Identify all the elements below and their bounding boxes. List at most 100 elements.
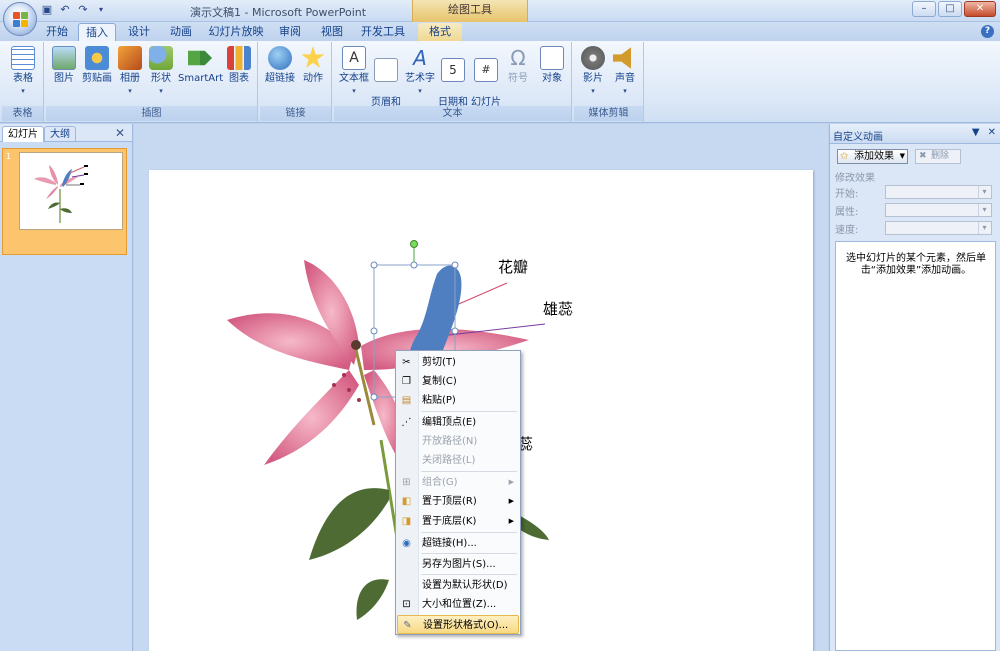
- sound-button[interactable]: 声音 ▾: [610, 46, 640, 97]
- picture-icon: [52, 46, 76, 70]
- close-icon[interactable]: ✕: [988, 127, 996, 138]
- slide-number: 1: [6, 152, 12, 161]
- group-text: A 文本框▾ 页眉和 页脚 A 艺术字▾ 5 日期和 时间 # 幻灯片 编号 Ω…: [334, 42, 572, 122]
- ribbon: 表格▾ 表格 图片 剪贴画 相册▾ 形状▾ SmartArt 图表 插图: [0, 41, 1000, 123]
- label-petal[interactable]: 花瓣: [498, 256, 528, 277]
- animation-hint: 选中幻灯片的某个元素，然后单击“添加效果”添加动画。: [846, 253, 986, 276]
- window-title: 演示文稿1 - Microsoft PowerPoint: [190, 6, 367, 19]
- menu-size-position[interactable]: ⊡ 大小和位置(Z)...: [397, 595, 519, 614]
- remove-icon: ✖: [919, 151, 927, 161]
- menu-send-to-back[interactable]: ◨ 置于底层(K) ▶: [397, 512, 519, 531]
- submenu-arrow-icon: ▶: [508, 478, 514, 486]
- star-icon: ✩: [840, 151, 849, 162]
- pane-menu-icon[interactable]: ▼: [972, 127, 980, 138]
- movie-button[interactable]: 影片 ▾: [577, 46, 609, 97]
- animation-list[interactable]: 选中幻灯片的某个元素，然后单击“添加效果”添加动画。: [835, 241, 996, 651]
- menu-group: ⊞ 组合(G) ▶: [397, 473, 519, 492]
- quick-access-toolbar: ▣ ↶ ↷ ▾: [40, 3, 108, 17]
- submenu-arrow-icon: ▶: [508, 517, 514, 525]
- speed-label: 速度:: [835, 225, 859, 236]
- slide-thumbnail[interactable]: 1: [2, 148, 127, 255]
- format-shape-icon: ✎: [403, 620, 412, 631]
- shapes-icon: [149, 46, 173, 70]
- tab-animations[interactable]: 动画: [162, 23, 200, 41]
- shapes-button[interactable]: 形状 ▾: [146, 46, 176, 97]
- menu-separator: [421, 574, 517, 575]
- textbox-button[interactable]: A 文本框 ▾: [337, 46, 371, 97]
- scissors-icon: ✂: [402, 357, 411, 368]
- smartart-icon: [188, 50, 212, 66]
- task-pane-title: 自定义动画: [833, 132, 883, 143]
- tab-format[interactable]: 格式: [418, 23, 462, 41]
- table-button[interactable]: 表格 ▾: [5, 46, 41, 97]
- table-icon: [11, 46, 35, 70]
- action-button[interactable]: 动作: [298, 46, 328, 85]
- office-button[interactable]: [3, 2, 37, 36]
- chart-button[interactable]: 图表: [224, 46, 254, 85]
- tab-design[interactable]: 设计: [120, 23, 158, 41]
- hyperlink-icon: ◉: [402, 538, 411, 549]
- picture-button[interactable]: 图片: [49, 46, 79, 85]
- dropdown-arrow-icon: ▼: [899, 152, 905, 160]
- maximize-button[interactable]: □: [938, 1, 962, 17]
- hyperlink-button[interactable]: 超链接: [263, 46, 297, 85]
- save-icon[interactable]: ▣: [40, 3, 54, 17]
- smartart-button[interactable]: SmartArt: [178, 46, 223, 85]
- wordart-icon: A: [413, 46, 427, 70]
- close-button[interactable]: ✕: [964, 1, 996, 17]
- ribbon-tabs: 开始 插入 设计 动画 幻灯片放映 审阅 视图 开发工具 格式 ?: [0, 22, 1000, 41]
- menu-cut[interactable]: ✂ 剪切(T): [397, 353, 519, 372]
- wordart-button[interactable]: A 艺术字 ▾: [404, 46, 436, 97]
- header-footer-icon: [374, 58, 398, 82]
- office-logo-icon: [13, 12, 29, 28]
- task-pane-header: 自定义动画 ▼ ✕: [830, 124, 1000, 144]
- tab-review[interactable]: 审阅: [272, 23, 308, 41]
- menu-edit-points[interactable]: ⋰ 编辑顶点(E): [397, 413, 519, 432]
- undo-icon[interactable]: ↶: [58, 3, 72, 17]
- add-effect-button[interactable]: ✩ 添加效果 ▼: [837, 149, 908, 164]
- task-pane-controls: ▼ ✕: [972, 127, 996, 138]
- speaker-icon: [613, 47, 631, 69]
- object-button[interactable]: 对象: [536, 46, 568, 85]
- submenu-arrow-icon: ▶: [508, 497, 514, 505]
- drawing-tools-tab-group: 绘图工具: [412, 0, 528, 22]
- menu-copy[interactable]: ❐ 复制(C): [397, 372, 519, 391]
- menu-paste[interactable]: ▤ 粘贴(P): [397, 391, 519, 410]
- tab-home[interactable]: 开始: [40, 23, 74, 41]
- menu-set-default-shape[interactable]: 设置为默认形状(D): [397, 576, 519, 595]
- slides-pane-tabs: 幻灯片 大纲 ✕: [0, 124, 132, 142]
- tab-slideshow[interactable]: 幻灯片放映: [206, 23, 266, 41]
- menu-close-path: 关闭路径(L): [422, 455, 476, 466]
- window-controls: – □ ✕: [912, 1, 996, 17]
- chart-icon: [227, 46, 251, 70]
- menu-format-shape[interactable]: ✎ 设置形状格式(O)...: [397, 615, 519, 634]
- menu-separator: [421, 411, 517, 412]
- clipart-icon: [85, 46, 109, 70]
- tab-slides[interactable]: 幻灯片: [2, 126, 44, 142]
- photo-album-button[interactable]: 相册 ▾: [115, 46, 145, 97]
- film-reel-icon: [581, 46, 605, 70]
- minimize-button[interactable]: –: [912, 1, 936, 17]
- tab-developer[interactable]: 开发工具: [358, 23, 408, 41]
- tab-outline[interactable]: 大纲: [44, 126, 76, 142]
- qat-customize-icon[interactable]: ▾: [94, 3, 108, 17]
- help-icon[interactable]: ?: [981, 25, 994, 38]
- textbox-icon: A: [342, 46, 366, 70]
- label-stamen[interactable]: 雄蕊: [543, 298, 573, 319]
- menu-hyperlink[interactable]: ◉ 超链接(H)...: [397, 534, 519, 553]
- slides-pane: 幻灯片 大纲 ✕ 1: [0, 124, 133, 651]
- photo-album-icon: [118, 46, 142, 70]
- copy-icon: ❐: [402, 376, 411, 387]
- clipart-button[interactable]: 剪贴画: [79, 46, 115, 85]
- menu-open-path: 开放路径(N): [422, 436, 478, 447]
- menu-bring-to-front[interactable]: ◧ 置于顶层(R) ▶: [397, 492, 519, 511]
- tab-view[interactable]: 视图: [314, 23, 350, 41]
- bring-front-icon: ◧: [401, 496, 412, 507]
- object-icon: [540, 46, 564, 70]
- tab-insert[interactable]: 插入: [78, 23, 116, 41]
- menu-separator: [421, 532, 517, 533]
- group-icon: ⊞: [402, 477, 411, 488]
- redo-icon[interactable]: ↷: [76, 3, 90, 17]
- close-icon[interactable]: ✕: [115, 126, 125, 140]
- menu-save-as-picture[interactable]: 另存为图片(S)...: [397, 555, 519, 574]
